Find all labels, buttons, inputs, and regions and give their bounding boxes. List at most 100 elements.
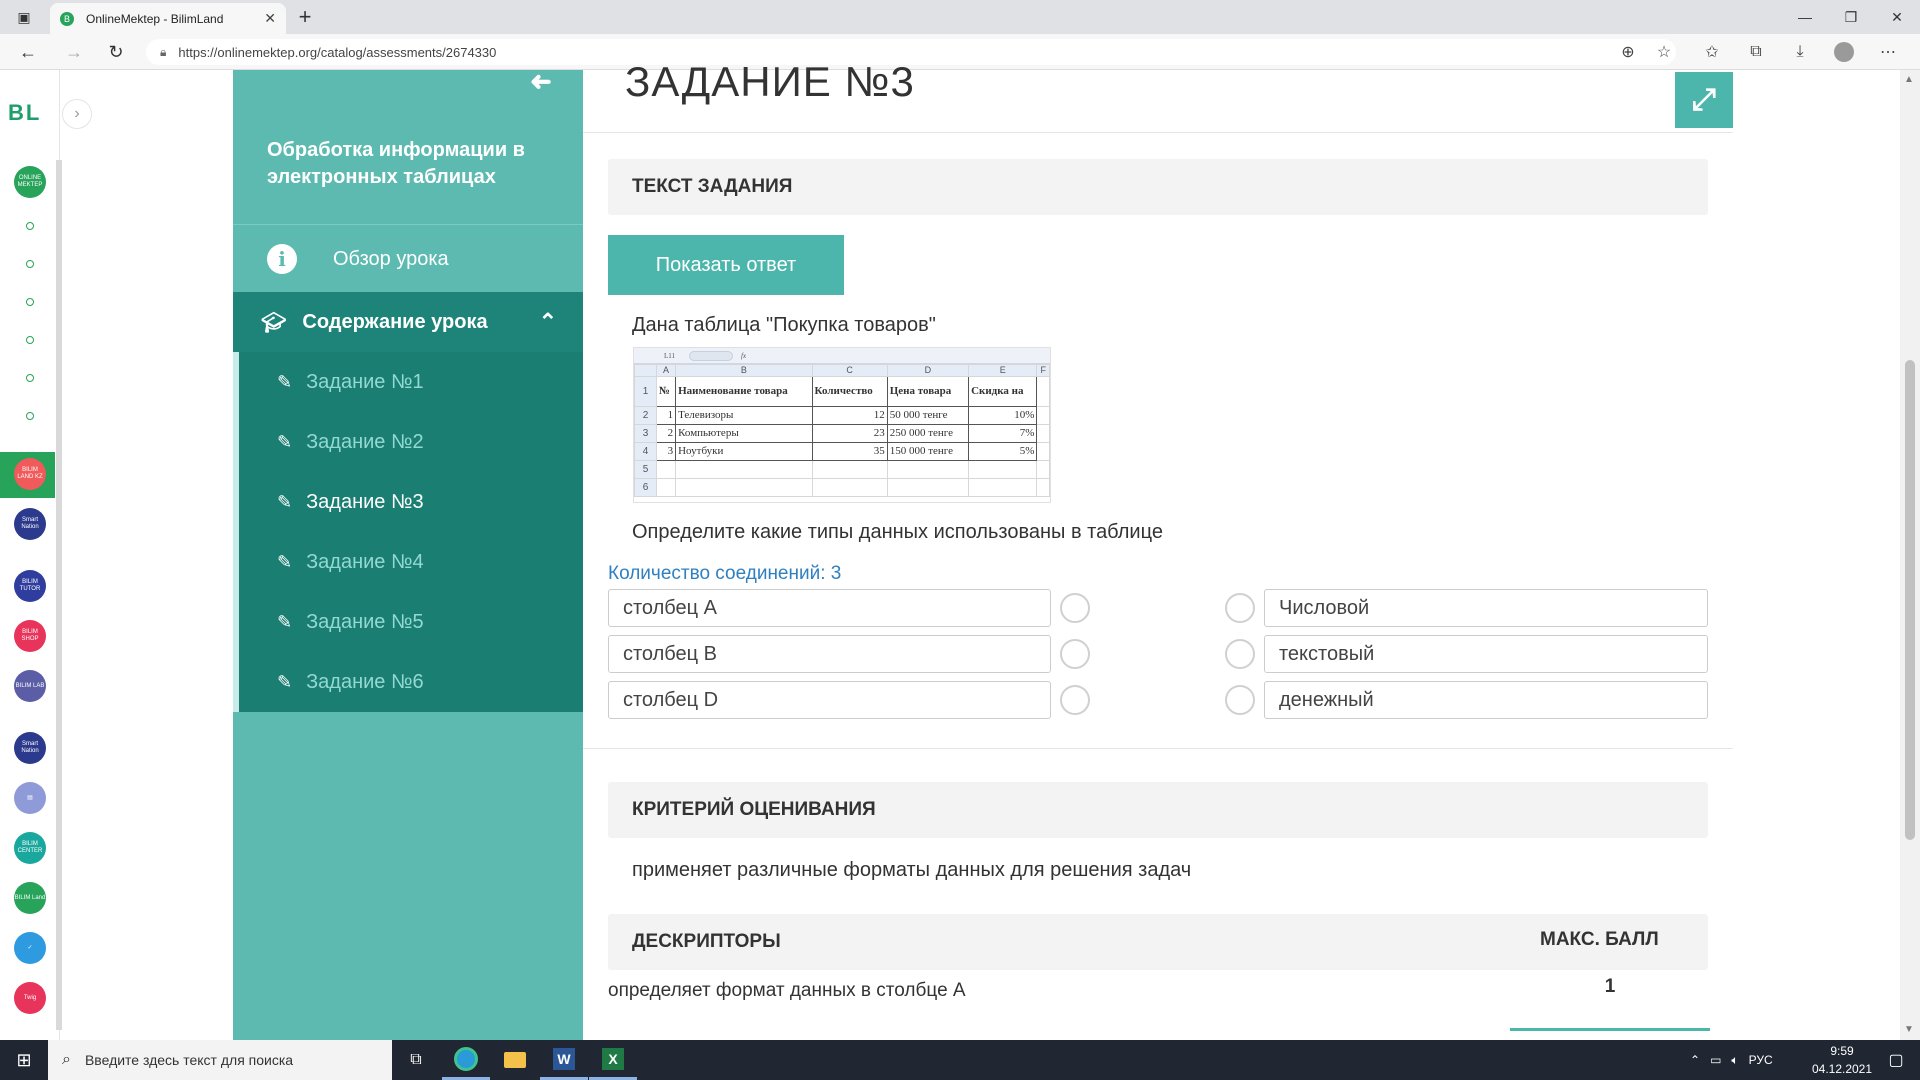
rail-dot[interactable] [26, 298, 34, 306]
sidebar-item-overview[interactable]: i Обзор урока [233, 226, 583, 292]
tray-expand-icon[interactable]: ⌃ [1690, 1053, 1700, 1067]
match-left-item[interactable]: столбец D [608, 681, 1051, 719]
back-button[interactable]: ← [10, 34, 46, 70]
show-answer-button[interactable]: Показать ответ [608, 235, 844, 295]
search-placeholder: Введите здесь текст для поиска [84, 1052, 294, 1068]
rail-app-icon[interactable]: ✓ [14, 932, 46, 964]
right-connector-radio[interactable] [1225, 593, 1255, 623]
downloads-icon[interactable]: ⤓ [1784, 34, 1816, 70]
rail-app-icon[interactable]: BILIM SHOP [14, 620, 46, 652]
left-connector-radio[interactable] [1060, 639, 1090, 669]
edge-app-icon[interactable] [442, 1040, 490, 1080]
cell: 35 [811, 442, 888, 461]
column-header: B [675, 364, 813, 377]
sidebar-task-5[interactable]: ✎ Задание №5 [239, 592, 583, 652]
taskbar-search-field[interactable]: ⌕ Введите здесь текст для поиска [48, 1040, 392, 1080]
network-icon[interactable]: ▭ [1710, 1053, 1721, 1067]
input-language[interactable]: РУС [1749, 1053, 1773, 1067]
cell: 2 [655, 424, 677, 443]
sidebar-task-2[interactable]: ✎ Задание №2 [239, 412, 583, 472]
chevron-up-icon[interactable]: ⌃ [539, 309, 557, 335]
rail-expand-button[interactable]: › [62, 99, 92, 129]
descriptors-title: ДЕСКРИПТОРЫ [632, 931, 781, 952]
score-underline [1510, 1028, 1710, 1031]
descriptor-score: 1 [1604, 976, 1616, 997]
row-number: 4 [634, 442, 657, 461]
file-explorer-icon[interactable] [491, 1040, 539, 1080]
rail-app-icon[interactable]: ONLINE MEKTEP [14, 166, 46, 198]
criteria-header: КРИТЕРИЙ ОЦЕНИВАНИЯ [608, 782, 1708, 838]
rail-app-icon[interactable]: Smart Nation [14, 508, 46, 540]
page-scrollbar-thumb[interactable] [1905, 360, 1915, 840]
cell: 5% [968, 442, 1038, 461]
rail-dot[interactable] [26, 222, 34, 230]
fx-label: fx [741, 351, 747, 360]
word-app-icon[interactable]: W [540, 1040, 588, 1080]
left-connector-radio[interactable] [1060, 685, 1090, 715]
match-right-item[interactable]: Числовой [1264, 589, 1708, 627]
tab-close-icon[interactable]: ✕ [264, 10, 276, 27]
rail-dot[interactable] [26, 374, 34, 382]
favorites-icon[interactable]: ✩ [1696, 34, 1728, 70]
zoom-icon[interactable]: ⊕ [1612, 34, 1644, 70]
sidebar-task-4[interactable]: ✎ Задание №4 [239, 532, 583, 592]
match-left-item[interactable]: столбец A [608, 589, 1051, 627]
profile-avatar-icon[interactable] [1828, 34, 1860, 70]
new-tab-button[interactable]: + [290, 3, 320, 31]
back-arrow-icon[interactable]: ➜ [530, 66, 552, 97]
collections-icon[interactable]: ⧉ [1740, 34, 1772, 70]
scroll-up-icon[interactable]: ▲ [1904, 74, 1914, 85]
sidebar-item-label: Обзор урока [333, 247, 449, 270]
fullscreen-button[interactable]: ⤢ [1675, 72, 1733, 128]
restore-button[interactable]: ❐ [1828, 0, 1874, 34]
rail-app-icon[interactable]: BILIM LAND KZ [14, 458, 46, 490]
excel-app-icon[interactable]: X [589, 1040, 637, 1080]
cell [1036, 376, 1050, 407]
rail-app-icon[interactable]: BILIM TUTOR [14, 570, 46, 602]
left-connector-radio[interactable] [1060, 593, 1090, 623]
rail-app-icon[interactable]: Twig [14, 982, 46, 1014]
reload-button[interactable]: ↻ [98, 34, 134, 70]
forward-button[interactable]: → [56, 34, 92, 70]
column-header [634, 364, 657, 377]
close-window-button[interactable]: ✕ [1874, 0, 1920, 34]
rail-scrollbar[interactable] [56, 160, 62, 1030]
scroll-down-icon[interactable]: ▼ [1904, 1024, 1914, 1035]
browser-tab[interactable]: B OnlineMektep - BilimLand ✕ [50, 3, 286, 34]
right-connector-radio[interactable] [1225, 685, 1255, 715]
match-left-item[interactable]: столбец B [608, 635, 1051, 673]
column-header: E [968, 364, 1038, 377]
sidebar-task-6[interactable]: ✎ Задание №6 [239, 652, 583, 712]
cell: Цена товара [886, 376, 970, 407]
cell: Ноутбуки [675, 442, 813, 461]
rail-app-icon[interactable]: Smart Nation [14, 732, 46, 764]
windows-start-button[interactable]: ⊞ [0, 1040, 48, 1080]
rail-dot[interactable] [26, 336, 34, 344]
right-connector-radio[interactable] [1225, 639, 1255, 669]
edit-icon: ✎ [277, 491, 293, 512]
match-right-item[interactable]: денежный [1264, 681, 1708, 719]
divider [583, 132, 1733, 133]
favorite-star-icon[interactable]: ☆ [1648, 34, 1680, 70]
tab-title: OnlineMektep - BilimLand [86, 11, 224, 26]
bl-logo[interactable]: BL [8, 100, 41, 126]
cell: Скидка на [968, 376, 1038, 407]
sidebar-task-1[interactable]: ✎ Задание №1 [239, 352, 583, 412]
tab-actions-icon[interactable]: ▣ [10, 6, 38, 28]
cell: 3 [655, 442, 677, 461]
search-icon: ⌕ [62, 1051, 71, 1068]
volume-icon[interactable]: 🔈︎ [1731, 1053, 1738, 1068]
rail-app-icon[interactable]: BILIM CENTER [14, 832, 46, 864]
rail-dot[interactable] [26, 260, 34, 268]
sidebar-task-3[interactable]: ✎ Задание №3 [239, 472, 583, 532]
more-menu-icon[interactable]: ⋯ [1872, 34, 1904, 70]
sidebar-item-content[interactable]: 🎓︎ Содержание урока ⌃ [233, 292, 583, 352]
notifications-icon[interactable]: ▢ [1872, 1040, 1920, 1080]
rail-dot[interactable] [26, 412, 34, 420]
task-view-icon[interactable]: ⧉ [392, 1040, 440, 1080]
rail-app-icon[interactable]: BILIM LAB [14, 670, 46, 702]
rail-app-icon[interactable]: BILIM Land [14, 882, 46, 914]
rail-app-icon[interactable]: ▤ [14, 782, 46, 814]
match-right-item[interactable]: текстовый [1264, 635, 1708, 673]
minimize-button[interactable]: — [1782, 0, 1828, 34]
